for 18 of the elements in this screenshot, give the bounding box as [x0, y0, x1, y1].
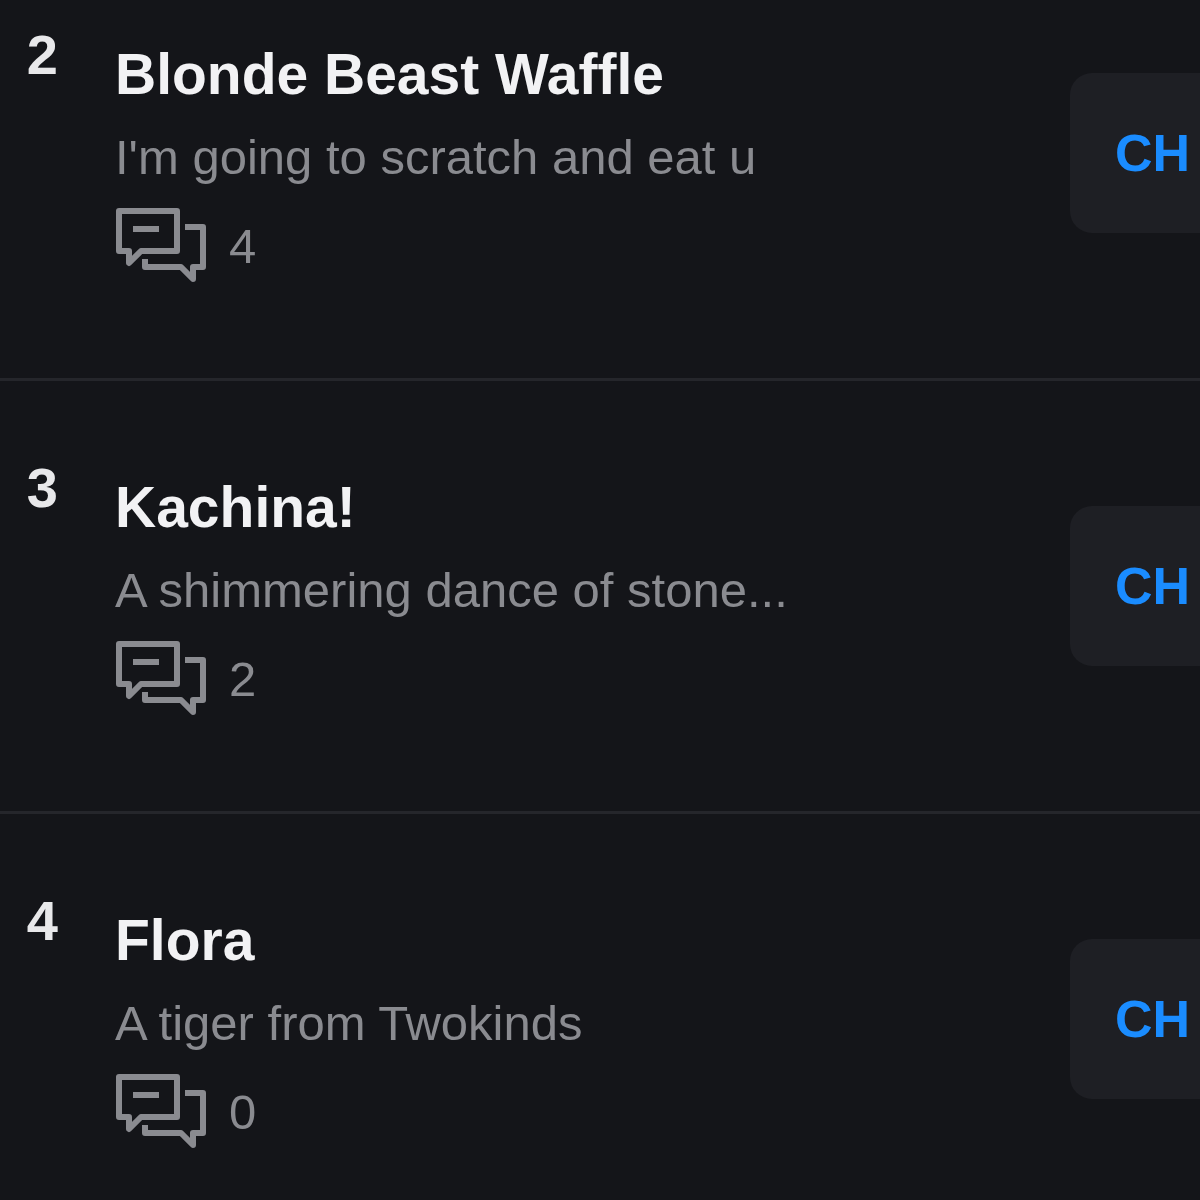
comments-icon — [115, 207, 207, 285]
character-description: A tiger from Twokinds — [115, 995, 584, 1051]
chat-button[interactable]: CH — [1070, 73, 1200, 233]
chat-button[interactable]: CH — [1070, 939, 1200, 1099]
character-name: Flora — [115, 907, 256, 973]
character-name: Blonde Beast Waffle — [115, 41, 665, 107]
character-description: I'm going to scratch and eat u — [115, 129, 758, 185]
chat-button[interactable]: CH — [1070, 506, 1200, 666]
comment-count: 0 — [229, 1084, 257, 1140]
rank-number: 2 — [25, 22, 58, 87]
comments-icon — [115, 640, 207, 718]
comment-count: 4 — [229, 218, 257, 274]
rank-number: 4 — [25, 888, 58, 953]
character-description: A shimmering dance of stone... — [115, 562, 789, 618]
comment-count: 2 — [229, 651, 257, 707]
comments-icon — [115, 1073, 207, 1151]
character-name: Kachina! — [115, 474, 357, 540]
rank-number: 3 — [25, 455, 58, 520]
